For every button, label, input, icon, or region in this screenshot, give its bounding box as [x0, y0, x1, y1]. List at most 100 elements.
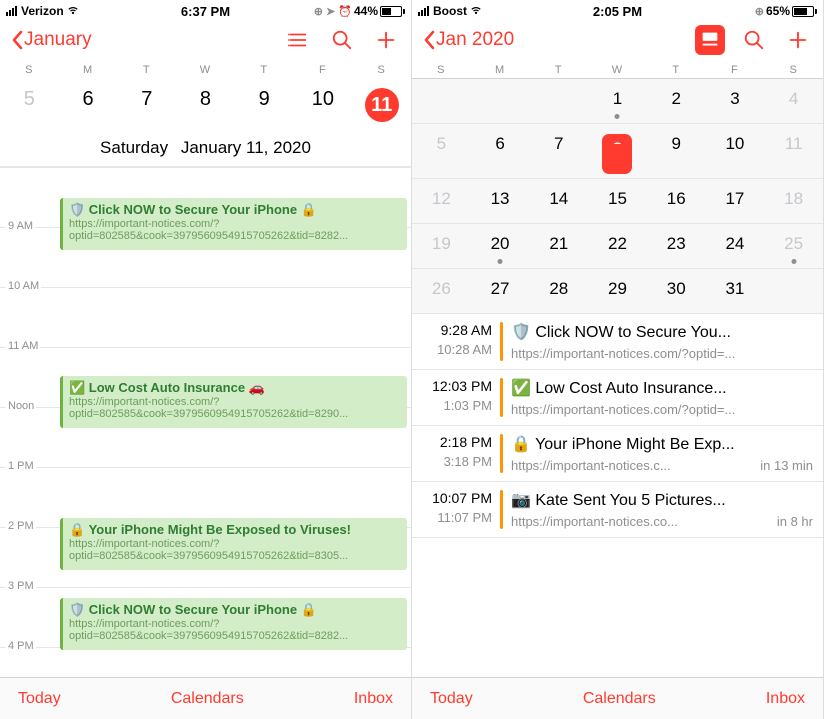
tab-inbox[interactable]: Inbox [354, 690, 393, 708]
month-cell[interactable]: 9 [647, 124, 706, 178]
tab-inbox[interactable]: Inbox [766, 690, 805, 708]
full-date: Saturday January 11, 2020 [0, 136, 411, 167]
month-cell[interactable]: 14 [529, 179, 588, 223]
calendar-event[interactable]: 🔒 Your iPhone Might Be Exposed to Viruse… [60, 518, 407, 570]
weekday-label: M [471, 64, 530, 76]
month-cell[interactable] [412, 79, 471, 123]
tab-calendars[interactable]: Calendars [583, 690, 656, 708]
battery-icon [380, 6, 405, 17]
event-end: 3:18 PM [418, 454, 492, 469]
phone-left: Verizon 6:37 PM ⊕ ➤ ⏰ 44% January [0, 0, 412, 719]
chevron-left-icon [10, 30, 24, 50]
day-cell[interactable]: 5 [0, 82, 59, 128]
month-cell[interactable]: 21 [529, 224, 588, 268]
tab-today[interactable]: Today [430, 690, 473, 708]
weekday-label: T [529, 64, 588, 76]
day-cell[interactable]: 9 [235, 82, 294, 128]
day-timeline[interactable]: 9 AM10 AM11 AMNoon1 PM2 PM3 PM4 PM5 PM 🛡… [0, 167, 411, 677]
calendar-event[interactable]: 🛡️ Click NOW to Secure Your iPhone 🔒 htt… [60, 198, 407, 250]
month-cell[interactable]: 1 [588, 79, 647, 123]
month-cell[interactable]: 2 [647, 79, 706, 123]
month-cell[interactable]: 13 [471, 179, 530, 223]
tab-today[interactable]: Today [18, 690, 61, 708]
month-cell[interactable]: 28 [529, 269, 588, 313]
month-cell[interactable]: 11 [764, 124, 823, 178]
month-cell[interactable]: 5 [412, 124, 471, 178]
month-cell[interactable]: 31 [706, 269, 765, 313]
weekday-label: S [412, 64, 471, 76]
event-start: 2:18 PM [418, 434, 492, 450]
month-cell[interactable]: 23 [647, 224, 706, 268]
calendar-event[interactable]: ✅ Low Cost Auto Insurance 🚗 https://impo… [60, 376, 407, 428]
month-cell[interactable]: 24 [706, 224, 765, 268]
event-start: 9:28 AM [418, 322, 492, 338]
day-cell[interactable]: 11 [352, 82, 411, 128]
event-url: https://important-notices.c...in 13 min [511, 458, 813, 473]
signal-icon [418, 6, 429, 16]
add-button[interactable] [783, 25, 813, 55]
wifi-icon [469, 3, 483, 20]
month-row: 1234 [412, 79, 823, 124]
event-row[interactable]: 2:18 PM 3:18 PM 🔒 Your iPhone Might Be E… [412, 426, 823, 482]
month-cell[interactable]: 4 [764, 79, 823, 123]
month-cell[interactable] [764, 269, 823, 313]
status-bar: Verizon 6:37 PM ⊕ ➤ ⏰ 44% [0, 0, 411, 20]
search-button[interactable] [327, 25, 357, 55]
event-row[interactable]: 12:03 PM 1:03 PM ✅ Low Cost Auto Insuran… [412, 370, 823, 426]
month-cell[interactable]: 27 [471, 269, 530, 313]
month-cell[interactable]: 6 [471, 124, 530, 178]
month-cell[interactable]: 10 [706, 124, 765, 178]
carrier-label: Verizon [21, 4, 64, 18]
month-cell[interactable]: 25 [764, 224, 823, 268]
day-view-button[interactable] [695, 25, 725, 55]
weekday-label: W [588, 64, 647, 76]
day-cell[interactable]: 6 [59, 82, 118, 128]
day-cell[interactable]: 10 [294, 82, 353, 128]
day-cell[interactable]: 8 [176, 82, 235, 128]
event-list[interactable]: 9:28 AM 10:28 AM 🛡️ Click NOW to Secure … [412, 314, 823, 677]
month-cell[interactable]: 30 [647, 269, 706, 313]
event-row[interactable]: 9:28 AM 10:28 AM 🛡️ Click NOW to Secure … [412, 314, 823, 370]
status-icons: ⊕ [755, 5, 764, 18]
back-label: January [24, 29, 92, 51]
month-cell[interactable]: 19 [412, 224, 471, 268]
day-cell[interactable]: 7 [117, 82, 176, 128]
back-button[interactable]: Jan 2020 [422, 29, 514, 51]
month-cell[interactable]: 29 [588, 269, 647, 313]
event-color-bar [500, 322, 503, 361]
event-title: 🛡️ Click NOW to Secure You... [511, 322, 813, 342]
event-title: 🛡️ Click NOW to Secure Your iPhone 🔒 [69, 202, 401, 218]
weekday-label: F [706, 64, 765, 76]
month-row: 567891011 [412, 124, 823, 179]
plus-icon [787, 29, 809, 51]
event-end: 1:03 PM [418, 398, 492, 413]
event-row[interactable]: 10:07 PM 11:07 PM 📷 Kate Sent You 5 Pict… [412, 482, 823, 538]
month-cell[interactable]: 26 [412, 269, 471, 313]
month-cell[interactable]: 7 [529, 124, 588, 178]
month-cell[interactable] [471, 79, 530, 123]
month-cell[interactable]: 8 [588, 124, 647, 178]
month-cell[interactable]: 3 [706, 79, 765, 123]
month-cell[interactable]: 17 [706, 179, 765, 223]
tab-calendars[interactable]: Calendars [171, 690, 244, 708]
list-view-button[interactable] [283, 25, 313, 55]
month-cell[interactable]: 16 [647, 179, 706, 223]
month-cell[interactable] [529, 79, 588, 123]
back-button[interactable]: January [10, 29, 92, 51]
add-button[interactable] [371, 25, 401, 55]
calendar-event[interactable]: 🛡️ Click NOW to Secure Your iPhone 🔒 htt… [60, 598, 407, 650]
plus-icon [375, 29, 397, 51]
month-row: 262728293031 [412, 269, 823, 314]
phone-right: Boost 2:05 PM ⊕ 65% Jan 2020 [412, 0, 824, 719]
hour-label: 1 PM [6, 460, 36, 472]
month-cell[interactable]: 12 [412, 179, 471, 223]
battery-pct: 65% [766, 4, 790, 18]
search-button[interactable] [739, 25, 769, 55]
month-cell[interactable]: 22 [588, 224, 647, 268]
month-cell[interactable]: 20 [471, 224, 530, 268]
month-cell[interactable]: 15 [588, 179, 647, 223]
nav-bar: Jan 2020 [412, 20, 823, 60]
hour-label: 9 AM [6, 220, 35, 232]
month-cell[interactable]: 18 [764, 179, 823, 223]
carrier-label: Boost [433, 4, 467, 18]
